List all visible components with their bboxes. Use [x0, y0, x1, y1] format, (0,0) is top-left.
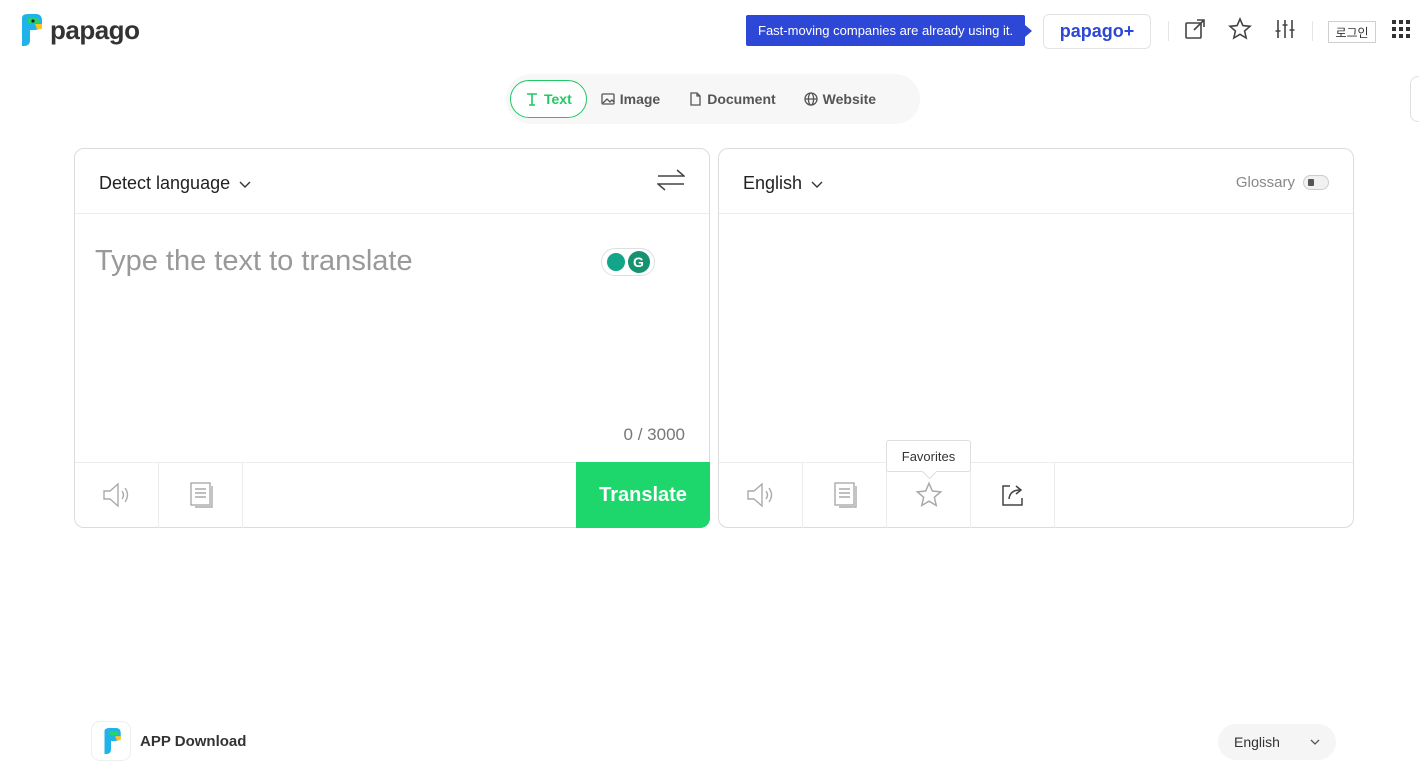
listen-button[interactable]	[719, 462, 803, 528]
copy-icon	[189, 482, 213, 508]
copy-button[interactable]	[803, 462, 887, 528]
header-divider	[1312, 21, 1313, 41]
settings-sliders-icon[interactable]	[1273, 17, 1297, 41]
listen-button[interactable]	[75, 462, 159, 528]
text-icon	[527, 93, 537, 106]
footer-language-label: English	[1234, 734, 1280, 750]
tab-image[interactable]: Image	[587, 80, 674, 118]
image-icon	[601, 93, 615, 105]
source-panel: Detect language Type the text to transla…	[74, 148, 710, 528]
document-icon	[690, 92, 701, 106]
tab-text[interactable]: Text	[510, 80, 587, 118]
tab-document[interactable]: Document	[674, 80, 789, 118]
side-panel-handle[interactable]	[1410, 76, 1419, 122]
grammarly-icon: G	[627, 251, 650, 273]
grammarly-widget[interactable]: G	[601, 248, 655, 276]
favorites-tooltip: Favorites	[886, 440, 971, 472]
chevron-down-icon	[811, 181, 823, 188]
source-language-label: Detect language	[99, 173, 231, 193]
promo-banner[interactable]: Fast-moving companies are already using …	[746, 15, 1033, 46]
target-language-select[interactable]: English	[743, 173, 824, 194]
star-icon[interactable]	[1228, 17, 1252, 41]
tab-label: Image	[619, 91, 661, 107]
translate-button[interactable]: Translate	[576, 462, 710, 528]
lightbulb-icon	[606, 253, 625, 271]
app-download-link[interactable]: APP Download	[92, 722, 246, 760]
chevron-down-icon	[1310, 739, 1320, 745]
source-text-input[interactable]: Type the text to translate	[95, 245, 413, 278]
share-button[interactable]	[971, 462, 1055, 528]
character-counter: 0 / 3000	[623, 425, 685, 444]
speaker-icon	[746, 482, 772, 508]
logo-text: papago	[50, 14, 140, 45]
tab-label: Document	[707, 91, 776, 107]
login-button[interactable]: 로그인	[1328, 21, 1376, 43]
share-icon	[1001, 485, 1023, 506]
swap-languages-icon[interactable]	[655, 169, 687, 196]
source-language-select[interactable]: Detect language	[99, 173, 252, 194]
parrot-logo-icon	[22, 14, 42, 46]
panel-divider	[75, 213, 709, 214]
panel-divider	[719, 213, 1353, 214]
copy-icon	[833, 482, 857, 508]
glossary-toggle[interactable]: Glossary	[1236, 174, 1329, 191]
parrot-logo-icon	[104, 728, 121, 754]
chevron-down-icon	[239, 181, 251, 188]
apps-grid-icon[interactable]	[1389, 17, 1413, 41]
app-icon	[92, 722, 130, 760]
app-download-label: APP Download	[140, 732, 247, 750]
mode-tabs: Text Image Document Website	[506, 74, 920, 124]
glossary-label: Glossary	[1235, 174, 1295, 191]
footer-language-select[interactable]: English	[1218, 724, 1336, 760]
logo[interactable]: papago	[18, 14, 140, 46]
target-toolbar	[719, 462, 1353, 528]
tab-website[interactable]: Website	[790, 80, 890, 118]
globe-icon	[804, 92, 818, 106]
copy-button[interactable]	[159, 462, 243, 528]
tab-label: Website	[822, 91, 877, 107]
target-language-label: English	[743, 173, 803, 193]
header-divider	[1168, 21, 1169, 41]
target-panel: English Glossary	[718, 148, 1354, 528]
star-icon	[915, 481, 942, 508]
external-link-icon[interactable]	[1183, 17, 1207, 41]
tab-label: Text	[544, 91, 572, 107]
toggle-switch[interactable]	[1303, 175, 1329, 190]
papago-plus-button[interactable]: papago+	[1043, 14, 1151, 49]
speaker-icon	[102, 482, 128, 508]
